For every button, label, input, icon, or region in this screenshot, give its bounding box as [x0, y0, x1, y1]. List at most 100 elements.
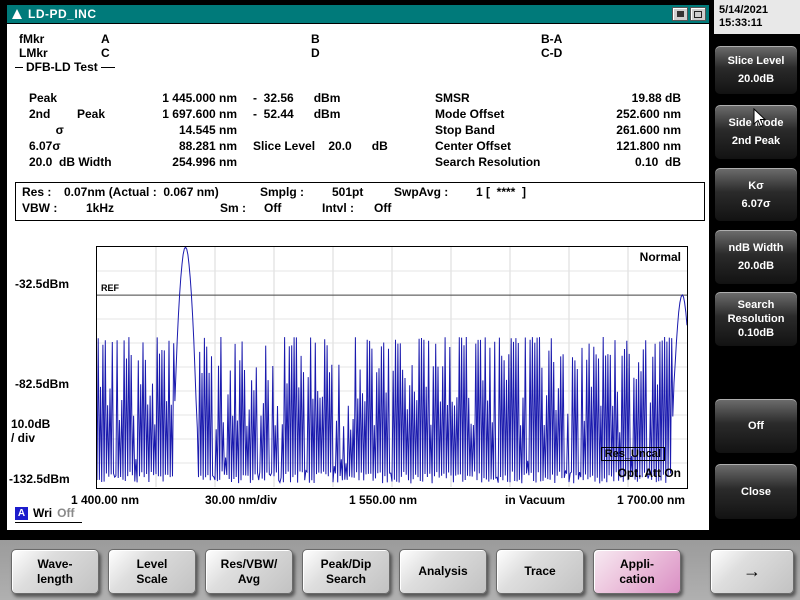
softkey-slice-level-line1: Slice Level [728, 55, 785, 67]
softkey-k-sigma-line1: Kσ [748, 180, 763, 192]
sigma-label: σ [29, 123, 64, 137]
second-peak-wavelength-value: 1 697.600 nm [135, 107, 237, 121]
intvl-value: Off [374, 201, 391, 215]
swpavg-label: SwpAvg : [394, 185, 448, 199]
slice-level-readout: Slice Level 20.0 dB [253, 139, 388, 153]
trace-a-indicator[interactable]: A Wri Off [15, 506, 82, 523]
opt-att-label: Opt. Att On [617, 466, 681, 480]
second-peak-label: 2nd Peak [29, 107, 105, 121]
x-axis-div-label: 30.00 nm/div [205, 493, 277, 507]
analysis-group-title: DFB-LD Test [26, 60, 98, 74]
analysis-group-legend: DFB-LD Test [15, 60, 115, 74]
right-arrow-icon: → [743, 564, 761, 579]
trace-letter-badge: A [15, 507, 28, 520]
menu-wavelength[interactable]: Wave- length [11, 549, 99, 594]
softkey-slice-level-line2: 20.0dB [738, 73, 774, 85]
sm-value: Off [264, 201, 281, 215]
y-axis-top-label: -32.5dBm [15, 277, 69, 291]
menu-res-vbw-avg-line1: Res/VBW/ [221, 557, 278, 572]
softkey-k-sigma[interactable]: Kσ 6.07σ [714, 167, 798, 222]
smplg-label: Smplg : [260, 185, 304, 199]
y-axis-per-div-unit: / div [11, 431, 35, 445]
menu-level-scale-line2: Scale [136, 572, 167, 587]
smsr-value: 19.88 dB [547, 91, 681, 105]
y-axis-bottom-label: -132.5dBm [9, 472, 70, 486]
softkey-close[interactable]: Close [714, 463, 798, 520]
search-resolution-label: Search Resolution [435, 155, 540, 169]
softkey-search-resolution-line3: 0.10dB [738, 327, 774, 339]
settings-readout: Res : 0.07nm (Actual : 0.067 nm) Smplg :… [15, 182, 705, 221]
time-label: 15:33:11 [719, 17, 800, 30]
menu-res-vbw-avg[interactable]: Res/VBW/ Avg [205, 549, 293, 594]
sweep-mode-label: Normal [640, 250, 681, 264]
maximize-icon [694, 11, 702, 18]
fmkr-ba-label: B-A [541, 32, 562, 46]
trace-off-label: Off [57, 506, 74, 520]
lmkr-cd-label: C-D [541, 46, 562, 60]
y-axis-mid-label: -82.5dBm [15, 377, 69, 391]
lmkr-label: LMkr [19, 46, 48, 60]
title-bar: LD-PD_INC [7, 5, 709, 24]
peak-label: Peak [29, 91, 57, 105]
menu-level-scale-line1: Level [137, 557, 168, 572]
menu-application[interactable]: Appli- cation [593, 549, 681, 594]
search-resolution-value: 0.10 dB [547, 155, 681, 169]
stop-band-value: 261.600 nm [547, 123, 681, 137]
lmkr-c-label: C [101, 46, 110, 60]
menu-res-vbw-avg-line2: Avg [238, 572, 260, 587]
menu-level-scale[interactable]: Level Scale [108, 549, 196, 594]
window-minimize-button[interactable] [672, 7, 688, 21]
fmkr-b-label: B [311, 32, 320, 46]
app-logo-icon [12, 9, 22, 19]
window-title: LD-PD_INC [28, 7, 97, 21]
softkey-slice-level[interactable]: Slice Level 20.0dB [714, 45, 798, 95]
swpavg-value: 1 [ **** ] [476, 185, 526, 199]
date-label: 5/14/2021 [719, 4, 800, 17]
menu-more-arrow[interactable]: → [710, 549, 794, 594]
softkey-search-resolution[interactable]: Search Resolution 0.10dB [714, 291, 798, 347]
menu-trace[interactable]: Trace [496, 549, 584, 594]
ref-level-label: REF [101, 283, 119, 293]
ndb-width-label: 20.0 dB Width [29, 155, 112, 169]
lmkr-d-label: D [311, 46, 320, 60]
chart-area: Normal REF Res_Uncal Opt. Att On [96, 246, 688, 489]
mouse-cursor [753, 108, 767, 133]
stop-band-label: Stop Band [435, 123, 495, 137]
menu-wavelength-line1: Wave- [38, 557, 73, 572]
mode-offset-value: 252.600 nm [547, 107, 681, 121]
fmkr-a-label: A [101, 32, 110, 46]
softkey-ndb-width[interactable]: ndB Width 20.0dB [714, 229, 798, 285]
softkey-search-resolution-line1: Search [738, 299, 775, 311]
softkey-off[interactable]: Off [714, 398, 798, 454]
center-offset-value: 121.800 nm [547, 139, 681, 153]
ndb-width-value: 254.996 nm [135, 155, 237, 169]
res-label: Res : [22, 185, 51, 199]
menu-peak-dip-search[interactable]: Peak/Dip Search [302, 549, 390, 594]
ksigma-value: 88.281 nm [135, 139, 237, 153]
softkey-close-label: Close [741, 486, 771, 498]
second-peak-level-value: - 52.44 dBm [253, 107, 340, 121]
res-value: 0.07nm (Actual : 0.067 nm) [64, 185, 219, 199]
vbw-label: VBW : [22, 201, 57, 215]
softkey-k-sigma-line2: 6.07σ [742, 198, 771, 210]
soft-key-panel: 5/14/2021 15:33:11 Slice Level 20.0dB Si… [712, 0, 800, 540]
fmkr-label: fMkr [19, 32, 44, 46]
bottom-menu: Wave- length Level Scale Res/VBW/ Avg Pe… [0, 540, 800, 600]
mode-offset-label: Mode Offset [435, 107, 504, 121]
softkey-side-mode-line2: 2nd Peak [732, 135, 780, 147]
window-maximize-button[interactable] [690, 7, 706, 21]
menu-analysis-label: Analysis [418, 564, 467, 579]
menu-peak-dip-search-line2: Search [326, 572, 366, 587]
main-window: LD-PD_INC fMkr A B B-A LMkr C D C-D DFB-… [6, 4, 710, 531]
res-uncal-badge: Res_Uncal [601, 447, 665, 461]
softkey-off-label: Off [748, 420, 764, 432]
sm-label: Sm : [220, 201, 246, 215]
sigma-value: 14.545 nm [135, 123, 237, 137]
softkey-ndb-width-line2: 20.0dB [738, 260, 774, 272]
peak-level-value: - 32.56 dBm [253, 91, 340, 105]
y-axis-per-div-label: 10.0dB [11, 417, 50, 431]
menu-analysis[interactable]: Analysis [399, 549, 487, 594]
x-axis-medium-label: in Vacuum [505, 493, 565, 507]
menu-application-line1: Appli- [620, 557, 654, 572]
trace-write-mode-label: Wri [33, 506, 52, 520]
